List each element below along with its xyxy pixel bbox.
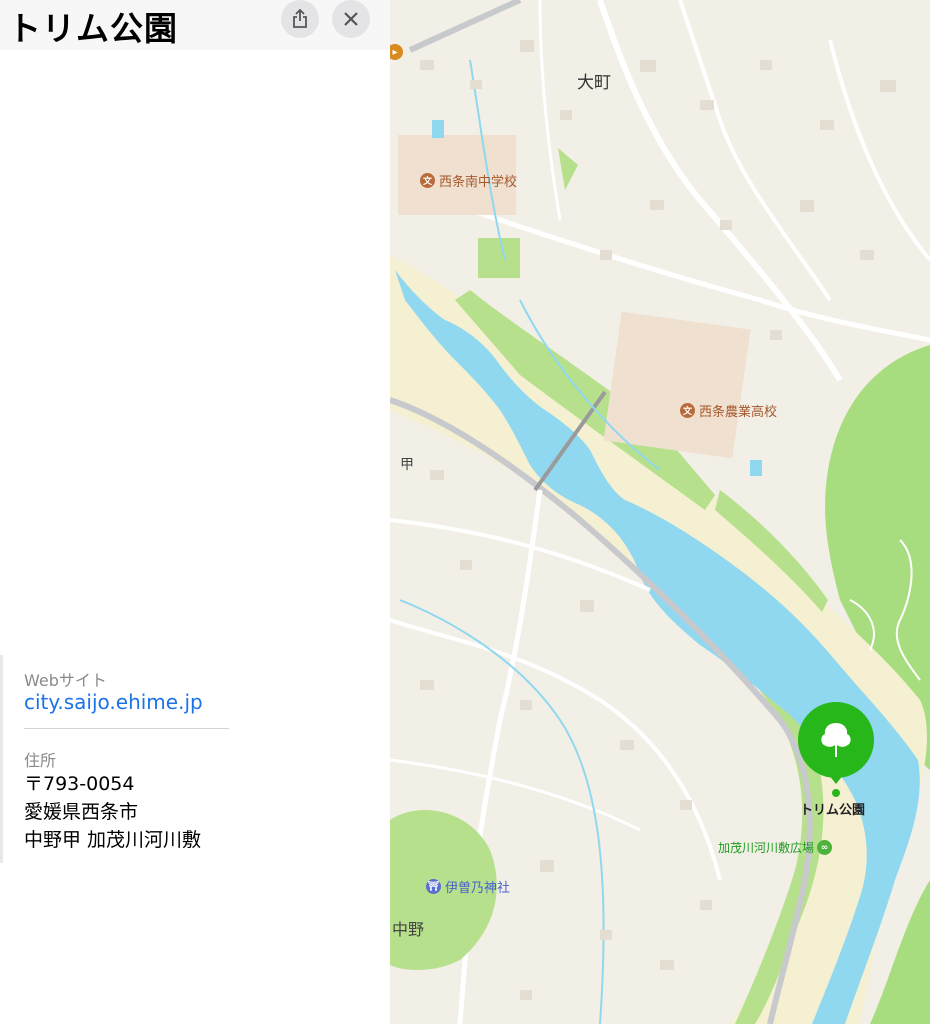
poi-junior-high[interactable]: 文 西条南中学校	[420, 171, 517, 190]
school-icon: 文	[680, 403, 695, 418]
divider	[24, 728, 229, 729]
torii-icon: ⛩	[426, 879, 441, 894]
poi-plaza[interactable]: 加茂川河川敷広場 ∞	[718, 839, 833, 856]
pond	[432, 120, 444, 138]
share-button[interactable]	[281, 0, 319, 38]
poi-agri-high-label: 西条農業高校	[699, 405, 778, 420]
park-pin[interactable]	[798, 702, 874, 778]
close-button[interactable]	[332, 0, 370, 38]
pond	[750, 460, 762, 476]
park-pin-tail	[825, 770, 847, 784]
poi-agri-high[interactable]: 文 西条農業高校	[680, 401, 777, 420]
map-label-omachi[interactable]: 大町	[577, 68, 611, 93]
share-icon	[293, 9, 307, 28]
place-detail-panel: トリム公園 Webサイト city.saijo.ehime.jp 住所 〒793…	[0, 0, 390, 1024]
park-pin-label[interactable]: トリム公園	[800, 799, 865, 818]
park-green-small	[478, 238, 520, 278]
map-label-nakano: 中野	[392, 920, 425, 939]
website-link[interactable]: city.saijo.ehime.jp	[24, 690, 203, 714]
tree-icon	[821, 723, 851, 757]
poi-shrine[interactable]: ⛩ 伊曽乃神社	[426, 877, 510, 896]
map-label-kou: 甲	[400, 457, 414, 473]
address-line-street: 中野甲 加茂川河川敷	[24, 829, 202, 851]
close-icon	[344, 12, 358, 26]
address-line-city: 愛媛県西条市	[24, 801, 139, 823]
poi-shrine-label: 伊曽乃神社	[445, 881, 511, 896]
school-icon: 文	[420, 173, 435, 188]
address-line-postal: 〒793-0054	[24, 773, 135, 795]
panel-header: トリム公園	[0, 0, 390, 50]
website-label: Webサイト	[24, 671, 107, 690]
place-title: トリム公園	[8, 9, 178, 48]
place-info-section: Webサイト city.saijo.ehime.jp 住所 〒793-0054 …	[0, 655, 237, 863]
agri-school-grounds	[603, 311, 751, 459]
address-label: 住所	[24, 751, 57, 770]
poi-plaza-label: 加茂川河川敷広場	[718, 841, 815, 855]
park-icon: ∞	[817, 840, 833, 855]
park-pin-dot	[832, 789, 840, 797]
poi-junior-high-label: 西条南中学校	[439, 175, 518, 190]
